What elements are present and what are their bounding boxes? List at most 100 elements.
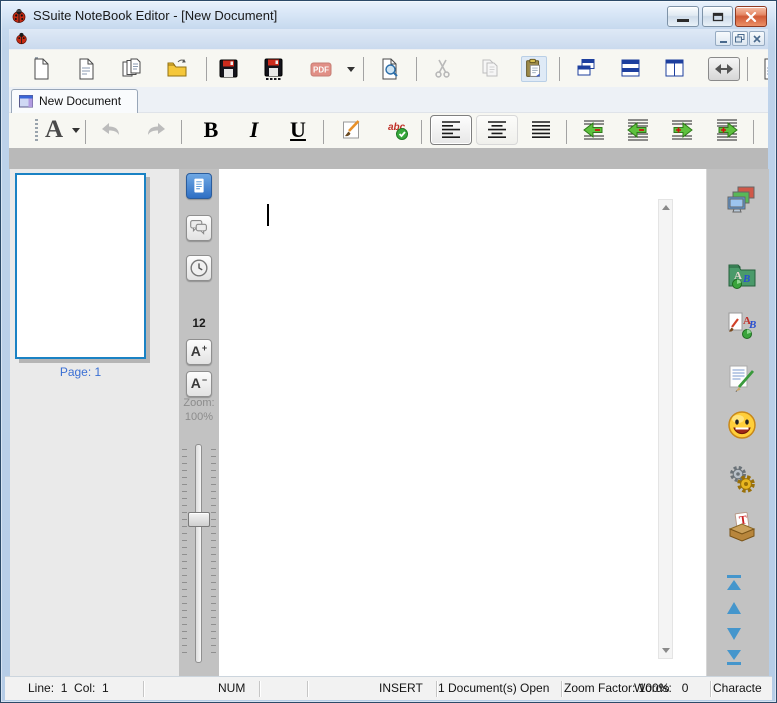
mdi-restore-button[interactable] [732, 31, 748, 46]
spell-check-button[interactable]: abc [385, 117, 411, 143]
mdi-app-icon[interactable] [15, 32, 28, 50]
close-icon [745, 11, 757, 22]
cascade-windows-icon [577, 59, 595, 76]
status-num-lock: NUM [218, 681, 246, 695]
zoom-slider-thumb[interactable] [188, 512, 210, 527]
italic-button[interactable]: I [241, 117, 267, 143]
font-button[interactable]: A [39, 117, 69, 143]
font-dropdown-button[interactable] [69, 117, 83, 143]
cut-button[interactable] [430, 56, 456, 82]
reference-folder-button[interactable]: AB [726, 259, 758, 291]
history-button[interactable] [186, 255, 212, 281]
scroll-top-button[interactable] [724, 573, 744, 593]
mdi-close-button[interactable] [749, 31, 765, 46]
page-view-button[interactable] [186, 173, 212, 199]
format-brush-button[interactable] [339, 117, 365, 143]
scroll-up-button[interactable] [724, 598, 744, 618]
outdent-paragraph-button[interactable] [625, 117, 651, 143]
slider-ticks-left [182, 449, 187, 654]
format-page-button[interactable]: AB [726, 309, 758, 341]
scroll-down-arrow-icon[interactable] [662, 648, 670, 653]
tile-vertical-icon [665, 59, 684, 77]
bold-button[interactable]: B [198, 117, 224, 143]
tile-vertical-button[interactable] [662, 56, 688, 82]
smiley-button[interactable] [726, 409, 758, 441]
justify-icon [532, 121, 550, 138]
history-icon [190, 259, 208, 277]
text-stamp-button[interactable]: T [726, 508, 758, 546]
screens-button[interactable] [726, 184, 758, 216]
toolbar-separator [206, 57, 207, 81]
open-button[interactable] [164, 56, 190, 82]
align-center-button[interactable] [476, 115, 518, 145]
ladybug-icon[interactable] [11, 8, 27, 24]
indent-line-icon [672, 120, 693, 140]
new-document-button[interactable] [28, 56, 54, 82]
align-left-button[interactable] [430, 115, 472, 145]
maximize-icon [712, 12, 723, 21]
page-number-label: Page: 1 [59, 365, 102, 379]
tool-strip: 12 A+ A− Zoom: 100% [179, 169, 219, 676]
main-toolbar: PDF [9, 49, 768, 87]
cascade-windows-button[interactable] [573, 56, 599, 82]
mdi-bar [9, 29, 768, 49]
scroll-down-button[interactable] [724, 624, 744, 644]
page-thumbnail[interactable] [15, 173, 146, 359]
underline-button[interactable]: U [285, 117, 311, 143]
export-pdf-button[interactable]: PDF [308, 56, 334, 82]
paste-button[interactable] [521, 56, 547, 82]
font-larger-button[interactable]: A+ [186, 339, 212, 365]
toolbar-separator [323, 120, 324, 144]
editor-surface[interactable] [219, 169, 706, 676]
redo-button[interactable] [143, 117, 169, 143]
print-preview-button[interactable] [377, 56, 403, 82]
comments-button[interactable] [186, 215, 212, 241]
save-as-button[interactable] [261, 56, 287, 82]
comments-icon [190, 220, 207, 235]
pdf-dropdown-button[interactable] [343, 56, 359, 82]
duplicate-document-icon [122, 58, 141, 77]
document-window-icon [19, 95, 33, 113]
new-from-template-icon [79, 58, 94, 80]
justify-button[interactable] [520, 115, 562, 145]
close-button[interactable] [735, 6, 767, 27]
notes-button[interactable] [726, 363, 758, 395]
smiley-icon [728, 411, 756, 439]
tab-new-document[interactable]: New Document [11, 89, 138, 113]
editor-scrollbar[interactable] [658, 199, 673, 659]
toolbar-grip[interactable] [35, 119, 38, 142]
toolbar-separator [566, 120, 567, 144]
scroll-top-icon [727, 575, 741, 590]
indent-line-button[interactable] [669, 117, 695, 143]
toggle-width-button[interactable] [707, 56, 741, 82]
copy-button[interactable] [477, 56, 503, 82]
status-separator [307, 681, 308, 697]
workspace-gap [9, 148, 768, 169]
status-separator [561, 681, 562, 697]
mdi-minimize-button[interactable] [715, 31, 731, 46]
outdent-line-button[interactable] [581, 117, 607, 143]
toolbar-separator [363, 57, 364, 81]
status-separator [710, 681, 711, 697]
scroll-bottom-button[interactable] [724, 648, 744, 668]
font-smaller-button[interactable]: A− [186, 371, 212, 397]
new-from-template-button[interactable] [73, 56, 99, 82]
scroll-up-arrow-icon[interactable] [662, 205, 670, 210]
settings-gears-button[interactable] [726, 463, 758, 495]
clipped-document-button[interactable] [758, 56, 768, 82]
indent-paragraph-button[interactable] [714, 117, 740, 143]
close-icon [753, 34, 761, 43]
duplicate-document-button[interactable] [118, 56, 144, 82]
zoom-slider-track[interactable] [195, 444, 202, 663]
maximize-button[interactable] [702, 6, 733, 27]
tile-horizontal-button[interactable] [618, 56, 644, 82]
workspace: Page: 1 12 A+ A− Zoom: 100% A B A B T [10, 169, 769, 676]
save-button[interactable] [216, 56, 242, 82]
open-folder-icon [167, 59, 187, 77]
format-toolbar: A B I U abc [9, 113, 768, 148]
minimize-button[interactable] [667, 6, 699, 27]
dropdown-arrow-icon [347, 66, 355, 72]
undo-button[interactable] [98, 117, 124, 143]
status-documents-open: 1 Document(s) Open [438, 681, 550, 695]
restore-icon [735, 34, 745, 43]
